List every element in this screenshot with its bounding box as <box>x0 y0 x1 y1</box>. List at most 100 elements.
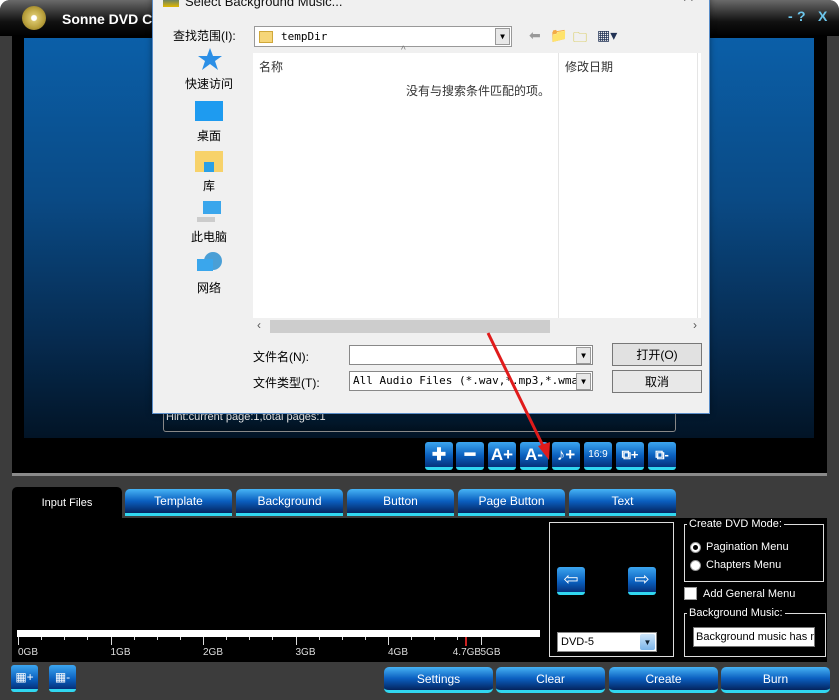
aspect-ratio-button[interactable]: 16:9 <box>584 442 612 470</box>
place-desktop[interactable]: 桌面 <box>165 99 253 144</box>
disc-type-select[interactable]: DVD-5 ▼ <box>557 632 657 652</box>
radio-chapters-menu[interactable]: Chapters Menu <box>690 559 781 571</box>
ruler-tick <box>110 637 112 645</box>
clear-button[interactable]: Clear <box>496 667 605 693</box>
ruler-tick <box>203 637 204 645</box>
place-this-pc[interactable]: 此电脑 <box>165 200 253 245</box>
plus-icon: ✚ <box>431 444 447 464</box>
add-music-button[interactable]: ♪+ <box>552 442 580 470</box>
tab-template[interactable]: Template <box>125 489 232 516</box>
view-menu-icon[interactable]: ▦▾ <box>597 27 617 44</box>
place-quick-access[interactable]: 快速访问 <box>165 47 253 92</box>
dialog-title-bar: Select Background Music... <box>163 0 343 11</box>
font-decrease-icon: A- <box>525 444 543 464</box>
dvd-mode-legend: Create DVD Mode: <box>689 518 782 530</box>
file-list[interactable]: 名称 ^ 修改日期 没有与搜索条件匹配的项。 <box>253 45 701 324</box>
chevron-down-icon[interactable]: ▼ <box>576 347 591 364</box>
film-remove-icon: ▦- <box>54 670 71 684</box>
look-in-label: 查找范围(I): <box>173 29 236 43</box>
empty-message: 没有与搜索条件匹配的项。 <box>406 84 551 98</box>
ruler-tick <box>388 637 389 645</box>
radio-pagination-menu[interactable]: Pagination Menu <box>690 541 789 553</box>
scroll-thumb[interactable] <box>270 320 550 333</box>
ruler-label: 1GB <box>110 647 131 658</box>
dvd-logo-icon <box>22 6 46 30</box>
radio-label: Chapters Menu <box>706 559 782 571</box>
ruler-label: 0GB <box>18 647 39 658</box>
add-item-button[interactable]: ✚ <box>425 442 453 470</box>
zoom-out-icon: ⧉- <box>655 446 669 462</box>
capacity-ruler <box>17 630 540 637</box>
ruler-tick <box>411 637 413 640</box>
zoom-in-button[interactable]: ⧉+ <box>616 442 644 470</box>
background-music-field[interactable]: Background music has no <box>693 627 815 647</box>
ruler-tick <box>226 637 228 640</box>
desktop-icon <box>195 101 223 121</box>
close-button[interactable]: X <box>818 8 827 24</box>
place-label: 桌面 <box>196 129 221 143</box>
ruler-tick <box>295 637 297 645</box>
place-label: 库 <box>202 179 215 193</box>
places-bar: 快速访问 桌面 库 此电脑 网络 <box>165 43 253 333</box>
chevron-down-icon[interactable]: ▼ <box>495 28 510 45</box>
tab-page-button[interactable]: Page Button <box>458 489 565 516</box>
scroll-right-icon[interactable]: › <box>693 318 697 332</box>
open-button[interactable]: 打开(O) <box>612 343 702 366</box>
background-music-legend: Background Music: <box>689 607 783 619</box>
ruler-tick <box>64 637 66 640</box>
tab-bar: Input Files Template Background Button P… <box>12 487 827 519</box>
zoom-out-button[interactable]: ⧉- <box>648 442 676 470</box>
next-page-button[interactable]: ⇨ <box>628 567 656 595</box>
add-file-button[interactable]: ▦+ <box>11 665 38 692</box>
capacity-marker <box>464 637 467 646</box>
column-divider <box>697 53 698 318</box>
filename-input[interactable]: ▼ <box>349 345 593 365</box>
chevron-down-icon[interactable]: ▼ <box>640 634 655 650</box>
app-small-icon <box>163 0 179 7</box>
filetype-select[interactable]: All Audio Files (*.wav,*.mp3,*.wma,*. ▼ <box>349 371 593 391</box>
place-network[interactable]: 网络 <box>165 251 253 296</box>
column-name[interactable]: 名称 <box>259 58 283 75</box>
sort-caret-icon: ^ <box>401 45 406 56</box>
chevron-down-icon[interactable]: ▼ <box>576 373 591 390</box>
horizontal-scrollbar[interactable]: ‹ › <box>253 318 701 335</box>
aspect-ratio-label: 16:9 <box>588 449 608 460</box>
tab-text[interactable]: Text <box>569 489 676 516</box>
arrow-left-icon: ⇦ <box>563 569 579 589</box>
dialog-close-button[interactable]: ✕ <box>682 0 695 7</box>
place-library[interactable]: 库 <box>165 149 253 194</box>
back-icon[interactable]: ⬅ <box>529 27 541 44</box>
add-general-menu-checkbox[interactable]: Add General Menu <box>684 587 795 600</box>
ruler-label: 5GB <box>480 647 501 658</box>
font-decrease-button[interactable]: A- <box>520 442 548 470</box>
column-modified-date[interactable]: 修改日期 <box>565 58 613 75</box>
checkbox-icon <box>684 587 697 600</box>
tab-button[interactable]: Button <box>347 489 454 516</box>
burn-button[interactable]: Burn <box>721 667 830 693</box>
up-folder-icon[interactable]: 📁 <box>550 27 567 44</box>
scroll-left-icon[interactable]: ‹ <box>257 318 261 332</box>
tab-background[interactable]: Background <box>236 489 343 516</box>
select-music-dialog: Select Background Music... ✕ 查找范围(I): te… <box>152 0 710 414</box>
look-in-value: tempDir <box>281 30 328 43</box>
remove-file-button[interactable]: ▦- <box>49 665 76 692</box>
folder-icon <box>259 30 273 43</box>
font-increase-icon: A+ <box>490 444 514 464</box>
tab-input-files[interactable]: Input Files <box>12 487 122 519</box>
dialog-title: Select Background Music... <box>185 0 343 9</box>
prev-page-button[interactable]: ⇦ <box>557 567 585 595</box>
new-folder-icon[interactable]: 🗀 <box>573 27 587 51</box>
help-button[interactable]: ? <box>797 8 806 24</box>
look-in-combo[interactable]: tempDir ▼ <box>254 26 512 47</box>
radio-selected-icon <box>690 541 701 553</box>
radio-label: Pagination Menu <box>706 541 789 553</box>
ruler-label: 3GB <box>295 647 316 658</box>
create-button[interactable]: Create <box>609 667 718 693</box>
minimize-button[interactable]: - <box>788 8 793 24</box>
settings-button[interactable]: Settings <box>384 667 493 693</box>
cancel-button[interactable]: 取消 <box>612 370 702 393</box>
font-increase-button[interactable]: A+ <box>488 442 516 470</box>
ruler-tick <box>480 637 482 645</box>
remove-item-button[interactable]: ━ <box>456 442 484 470</box>
checkbox-label: Add General Menu <box>703 587 796 600</box>
